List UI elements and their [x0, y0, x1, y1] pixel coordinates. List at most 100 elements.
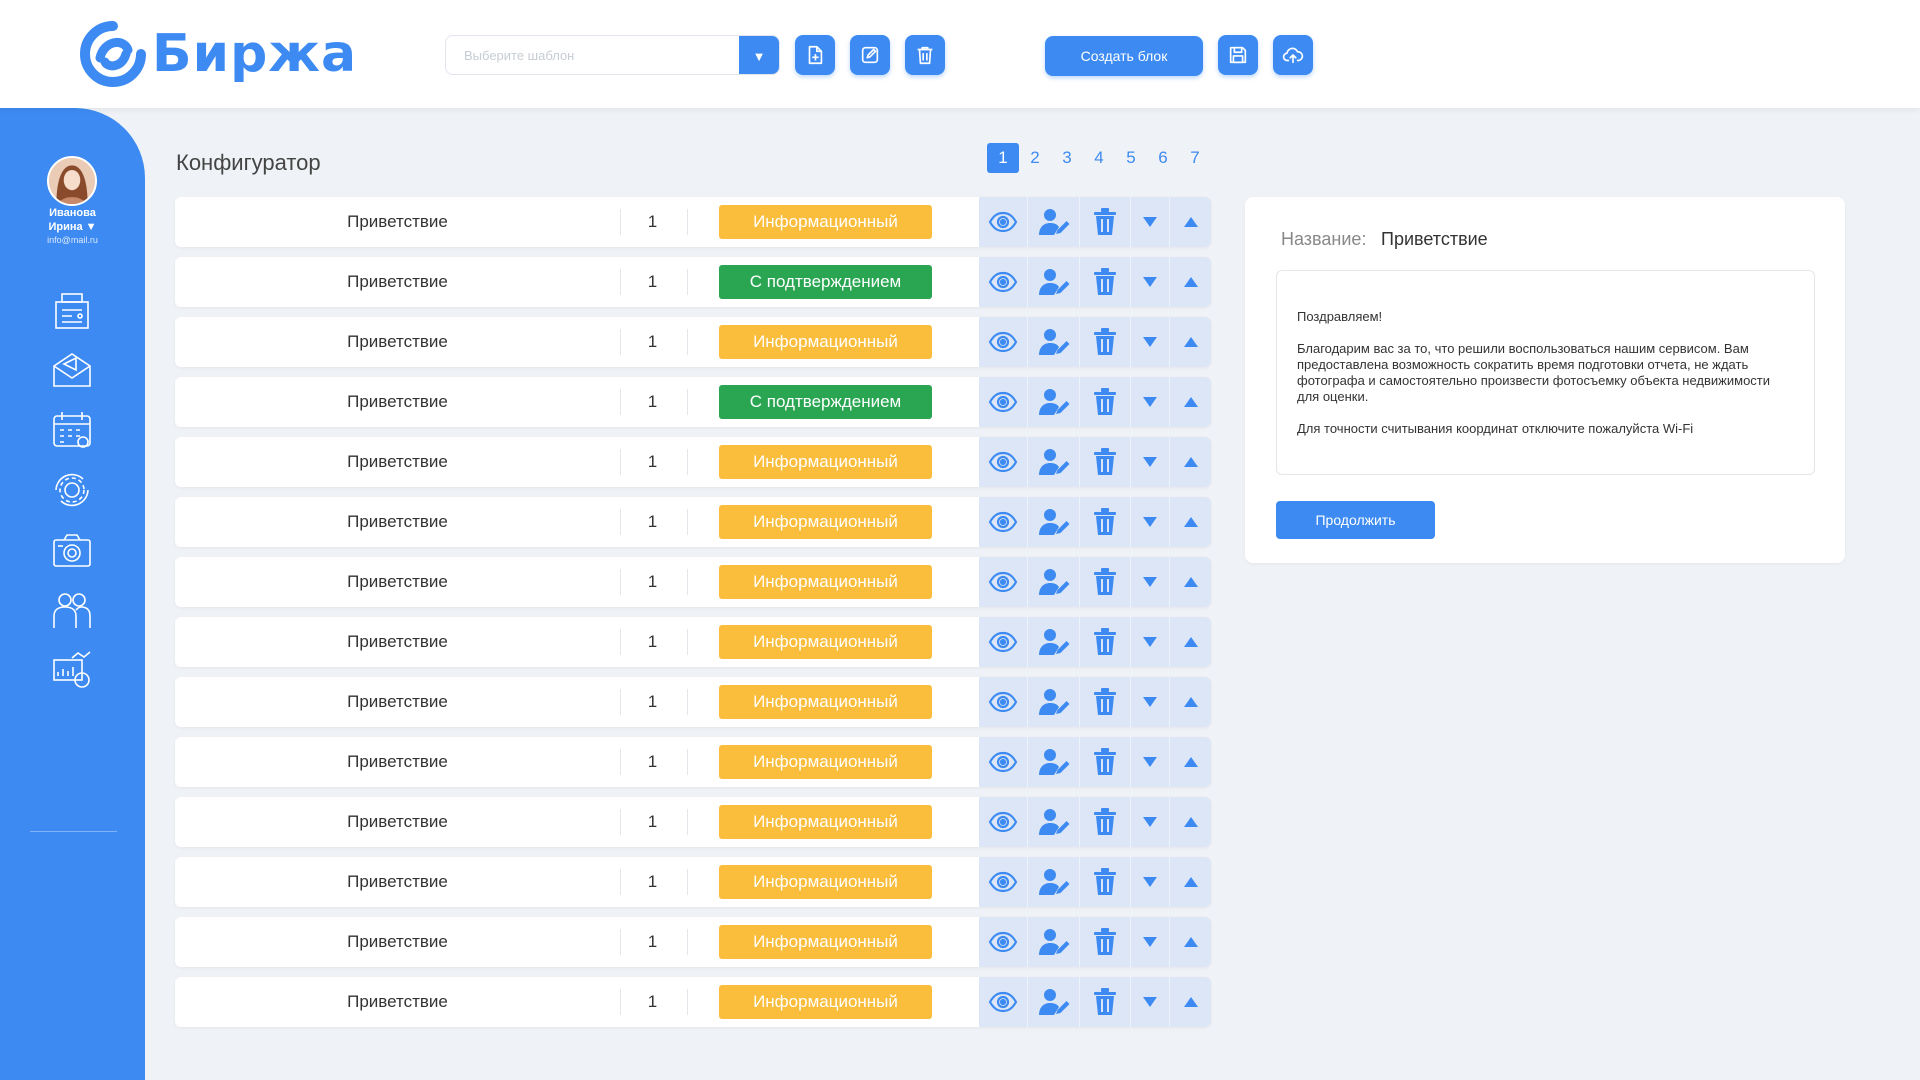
delete-template-button[interactable]	[905, 35, 945, 75]
block-row[interactable]: Приветствие 1 Информационный	[175, 737, 1211, 787]
block-row[interactable]: Приветствие 1 С подтверждением	[175, 377, 1211, 427]
move-down-button[interactable]	[1131, 257, 1169, 307]
nav-photo[interactable]	[50, 528, 94, 572]
view-button[interactable]	[979, 977, 1027, 1027]
move-up-button[interactable]	[1170, 977, 1211, 1027]
view-button[interactable]	[979, 257, 1027, 307]
logo[interactable]: Биржа	[78, 18, 357, 90]
view-button[interactable]	[979, 557, 1027, 607]
template-select[interactable]: ▼	[445, 35, 780, 75]
delete-button[interactable]	[1080, 617, 1130, 667]
assign-button[interactable]	[1028, 437, 1079, 487]
block-row[interactable]: Приветствие 1 Информационный	[175, 437, 1211, 487]
move-down-button[interactable]	[1131, 737, 1169, 787]
delete-button[interactable]	[1080, 737, 1130, 787]
delete-button[interactable]	[1080, 377, 1130, 427]
page-3[interactable]: 3	[1051, 143, 1083, 173]
save-button[interactable]	[1218, 35, 1258, 75]
nav-calendar[interactable]	[50, 408, 94, 452]
delete-button[interactable]	[1080, 797, 1130, 847]
add-template-button[interactable]	[795, 35, 835, 75]
nav-users[interactable]	[50, 588, 94, 632]
delete-button[interactable]	[1080, 197, 1130, 247]
block-row[interactable]: Приветствие 1 Информационный	[175, 197, 1211, 247]
move-up-button[interactable]	[1170, 377, 1211, 427]
assign-button[interactable]	[1028, 617, 1079, 667]
move-down-button[interactable]	[1131, 617, 1169, 667]
move-down-button[interactable]	[1131, 557, 1169, 607]
move-down-button[interactable]	[1131, 677, 1169, 727]
page-2[interactable]: 2	[1019, 143, 1051, 173]
template-select-input[interactable]	[446, 36, 741, 74]
assign-button[interactable]	[1028, 317, 1079, 367]
page-4[interactable]: 4	[1083, 143, 1115, 173]
assign-button[interactable]	[1028, 857, 1079, 907]
assign-button[interactable]	[1028, 917, 1079, 967]
view-button[interactable]	[979, 437, 1027, 487]
delete-button[interactable]	[1080, 497, 1130, 547]
delete-button[interactable]	[1080, 857, 1130, 907]
view-button[interactable]	[979, 797, 1027, 847]
assign-button[interactable]	[1028, 197, 1079, 247]
view-button[interactable]	[979, 497, 1027, 547]
move-up-button[interactable]	[1170, 257, 1211, 307]
view-button[interactable]	[979, 377, 1027, 427]
move-up-button[interactable]	[1170, 437, 1211, 487]
continue-button[interactable]: Продолжить	[1276, 501, 1435, 539]
delete-button[interactable]	[1080, 917, 1130, 967]
move-down-button[interactable]	[1131, 857, 1169, 907]
block-row[interactable]: Приветствие 1 Информационный	[175, 977, 1211, 1027]
delete-button[interactable]	[1080, 257, 1130, 307]
move-down-button[interactable]	[1131, 197, 1169, 247]
nav-analytics[interactable]	[50, 648, 94, 692]
delete-button[interactable]	[1080, 557, 1130, 607]
view-button[interactable]	[979, 317, 1027, 367]
edit-template-button[interactable]	[850, 35, 890, 75]
move-up-button[interactable]	[1170, 677, 1211, 727]
create-block-button[interactable]: Создать блок	[1045, 36, 1203, 76]
block-row[interactable]: Приветствие 1 Информационный	[175, 617, 1211, 667]
page-6[interactable]: 6	[1147, 143, 1179, 173]
delete-button[interactable]	[1080, 437, 1130, 487]
move-up-button[interactable]	[1170, 857, 1211, 907]
block-row[interactable]: Приветствие 1 Информационный	[175, 497, 1211, 547]
nav-registry[interactable]	[50, 288, 94, 332]
block-row[interactable]: Приветствие 1 Информационный	[175, 917, 1211, 967]
assign-button[interactable]	[1028, 797, 1079, 847]
assign-button[interactable]	[1028, 257, 1079, 307]
delete-button[interactable]	[1080, 977, 1130, 1027]
move-down-button[interactable]	[1131, 917, 1169, 967]
move-up-button[interactable]	[1170, 317, 1211, 367]
move-up-button[interactable]	[1170, 197, 1211, 247]
block-row[interactable]: Приветствие 1 Информационный	[175, 797, 1211, 847]
page-5[interactable]: 5	[1115, 143, 1147, 173]
block-row[interactable]: Приветствие 1 Информационный	[175, 557, 1211, 607]
assign-button[interactable]	[1028, 497, 1079, 547]
move-up-button[interactable]	[1170, 737, 1211, 787]
move-down-button[interactable]	[1131, 977, 1169, 1027]
move-down-button[interactable]	[1131, 437, 1169, 487]
view-button[interactable]	[979, 677, 1027, 727]
move-down-button[interactable]	[1131, 797, 1169, 847]
move-down-button[interactable]	[1131, 317, 1169, 367]
view-button[interactable]	[979, 737, 1027, 787]
move-up-button[interactable]	[1170, 497, 1211, 547]
block-row[interactable]: Приветствие 1 Информационный	[175, 677, 1211, 727]
block-row[interactable]: Приветствие 1 Информационный	[175, 317, 1211, 367]
move-up-button[interactable]	[1170, 797, 1211, 847]
view-button[interactable]	[979, 917, 1027, 967]
user-name[interactable]: Иванова Ирина ▼	[0, 206, 145, 234]
view-button[interactable]	[979, 197, 1027, 247]
move-up-button[interactable]	[1170, 917, 1211, 967]
assign-button[interactable]	[1028, 377, 1079, 427]
delete-button[interactable]	[1080, 317, 1130, 367]
avatar[interactable]	[47, 156, 97, 206]
move-down-button[interactable]	[1131, 497, 1169, 547]
block-row[interactable]: Приветствие 1 С подтверждением	[175, 257, 1211, 307]
nav-mailing[interactable]	[50, 348, 94, 392]
upload-button[interactable]	[1273, 35, 1313, 75]
block-row[interactable]: Приветствие 1 Информационный	[175, 857, 1211, 907]
view-button[interactable]	[979, 617, 1027, 667]
assign-button[interactable]	[1028, 737, 1079, 787]
move-up-button[interactable]	[1170, 617, 1211, 667]
